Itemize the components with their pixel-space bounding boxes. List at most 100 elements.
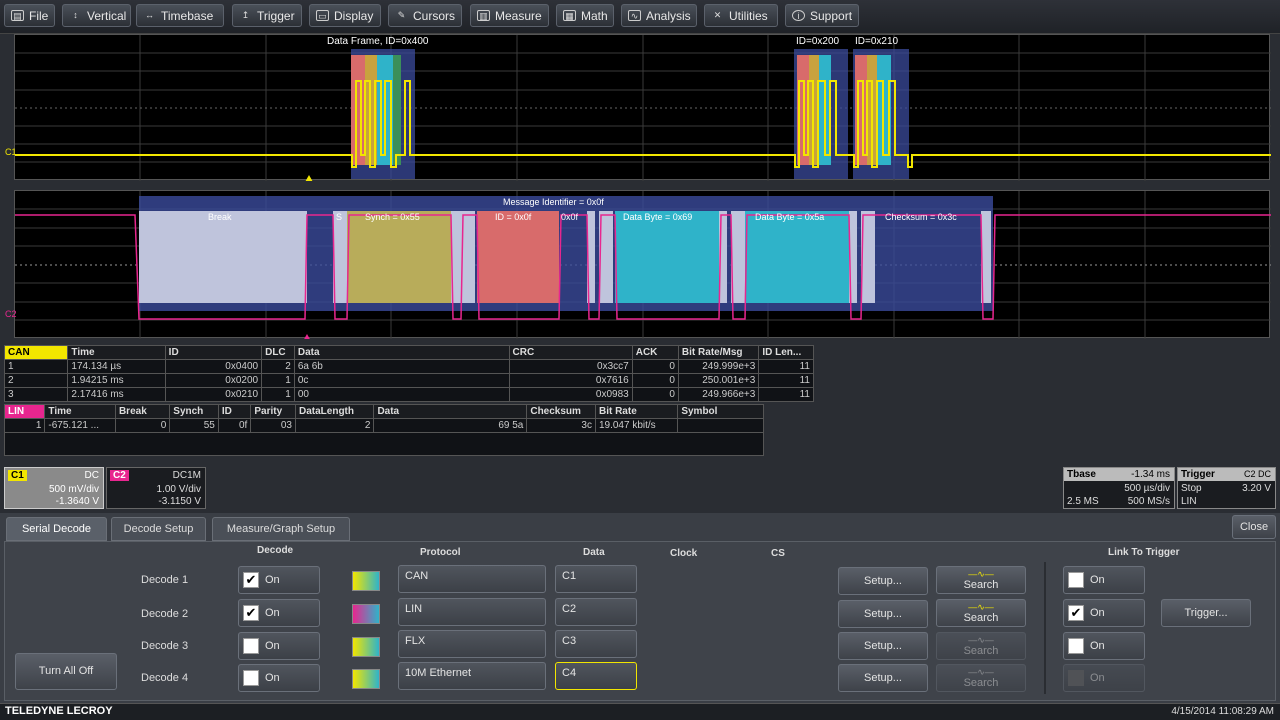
col-header: ID Len...: [758, 345, 814, 360]
id-hex-label: 0x0f: [561, 212, 579, 222]
vertical-icon: ↕: [73, 10, 78, 20]
decode-2-link-toggle[interactable]: ✔ On: [1063, 599, 1145, 627]
decode-2-on-toggle[interactable]: ✔ On: [238, 599, 320, 627]
table-row[interactable]: 1 -675.121 ... 0 55 0f 03 2 69 5a 3c 19.047 kbit/…: [3, 418, 764, 433]
decode-4-on-toggle[interactable]: On: [238, 664, 320, 692]
cell: 0: [631, 373, 679, 388]
waveform-icon: —∿—: [968, 601, 994, 612]
menu-file[interactable]: ▤ File: [4, 4, 55, 27]
decode-1-protocol-select[interactable]: CAN: [398, 565, 546, 593]
decode-3-protocol-select[interactable]: FLX: [398, 630, 546, 658]
menu-cursors[interactable]: ✎ Cursors: [388, 4, 462, 27]
menu-math[interactable]: ▦ Math: [556, 4, 614, 27]
cell: [677, 418, 764, 433]
menu-display[interactable]: ▭ Display: [309, 4, 381, 27]
decode-1-setup-button[interactable]: Setup...: [838, 567, 928, 595]
decode-3-on-toggle[interactable]: On: [238, 632, 320, 660]
turn-all-off-button[interactable]: Turn All Off: [15, 653, 117, 690]
frame-label-3: ID=0x210: [855, 36, 899, 47]
col-header: Symbol: [677, 404, 764, 419]
decode-3-search-button[interactable]: —∿— Search: [936, 632, 1026, 660]
cs-column-header: CS: [771, 548, 785, 559]
decode-1-link-toggle[interactable]: On: [1063, 566, 1145, 594]
channel-c1-descriptor[interactable]: C1 DC 500 mV/div -1.3640 V: [4, 467, 104, 509]
decode-3-link-toggle[interactable]: On: [1063, 632, 1145, 660]
col-header: Parity: [250, 404, 296, 419]
data-byte-2-label: Data Byte = 0x5a: [755, 212, 825, 222]
decode-3-data-source[interactable]: C3: [555, 630, 637, 658]
cell: 249.966e+3: [677, 387, 760, 402]
cell: 0x7616: [508, 373, 633, 388]
decode-2-setup-button[interactable]: Setup...: [838, 600, 928, 628]
decode-4-setup-button[interactable]: Setup...: [838, 664, 928, 692]
waveform-grid-c1[interactable]: Data Frame, ID=0x400 ID=0x200 ID=0x210 C…: [5, 34, 1271, 181]
menu-measure[interactable]: ▥ Measure: [470, 4, 549, 27]
channel-c2-descriptor[interactable]: C2 DC1M 1.00 V/div -3.1150 V: [106, 467, 206, 509]
link-to-trigger-header: Link To Trigger: [1108, 547, 1180, 558]
trigger-setup-button[interactable]: Trigger...: [1161, 599, 1251, 627]
id-field-label: ID = 0x0f: [495, 212, 532, 222]
timebase-samples: 2.5 MS: [1067, 496, 1099, 507]
decode-3-setup-button[interactable]: Setup...: [838, 632, 928, 660]
cell: 69 5a: [373, 418, 528, 433]
tab-serial-decode[interactable]: Serial Decode: [6, 517, 107, 541]
col-header: Checksum: [526, 404, 596, 419]
channel-offset: -1.3640 V: [55, 496, 99, 507]
menu-analysis[interactable]: ∿ Analysis: [621, 4, 697, 27]
decode-2-data-source[interactable]: C2: [555, 598, 637, 626]
trigger-mode: Stop: [1181, 483, 1202, 494]
table-row[interactable]: 3 2.17416 ms 0x0210 1 00 0x0983 0 249.966e+3 11: [3, 387, 814, 402]
cell: 00: [293, 387, 510, 402]
cell: 174.134 µs: [67, 359, 166, 374]
menu-support[interactable]: i Support: [785, 4, 859, 27]
menu-timebase[interactable]: ↔ Timebase: [136, 4, 224, 27]
decode-4-search-button[interactable]: —∿— Search: [936, 664, 1026, 692]
table-row[interactable]: 1 174.134 µs 0x0400 2 6a 6b 0x3cc7 0 249.999e+3…: [3, 359, 814, 374]
brand-logo: TELEDYNE LECROY: [5, 705, 113, 717]
toggle-label: On: [265, 574, 280, 586]
clock-column-header: Clock: [670, 548, 698, 559]
start-bit-label: S: [336, 212, 343, 222]
timebase-icon: ↔: [145, 10, 154, 20]
measure-icon: ▥: [477, 10, 490, 21]
tab-measure-graph-setup[interactable]: Measure/Graph Setup: [212, 517, 350, 541]
channel-coupling: DC1M: [172, 470, 201, 481]
trigger-level: 3.20 V: [1242, 483, 1271, 494]
decode-1-on-toggle[interactable]: ✔ On: [238, 566, 320, 594]
trigger-descriptor[interactable]: Trigger C2 DC Stop 3.20 V LIN: [1177, 467, 1276, 509]
channel-name: C1: [8, 470, 27, 481]
search-label: Search: [963, 644, 999, 657]
timebase-descriptor[interactable]: Tbase -1.34 ms 500 µs/div 2.5 MS 500 MS/…: [1063, 467, 1175, 509]
support-icon: i: [792, 10, 805, 21]
decode-1-search-button[interactable]: —∿— Search: [936, 566, 1026, 594]
cell: 3c: [526, 418, 596, 433]
decode-4-data-source[interactable]: C4: [555, 662, 637, 690]
col-header: Time: [67, 345, 166, 360]
menu-vertical[interactable]: ↕ Vertical: [62, 4, 131, 27]
decode-4-link-toggle[interactable]: On: [1063, 664, 1145, 692]
frame-label-2: ID=0x200: [796, 36, 840, 47]
channel-vdiv: 500 mV/div: [48, 484, 99, 495]
decode-2-search-button[interactable]: —∿— Search: [936, 599, 1026, 627]
data-byte-1-label: Data Byte = 0x69: [623, 212, 693, 222]
checkbox-empty-icon: [243, 670, 259, 686]
waveform-grid-c2[interactable]: Message Identifier = 0x0f Break S Synch …: [5, 190, 1271, 339]
decode-2-protocol-select[interactable]: LIN: [398, 598, 546, 626]
table-row[interactable]: 2 1.94215 ms 0x0200 1 0c 0x7616 0 250.001e+3 11: [3, 373, 814, 388]
decode-3-color-icon: [352, 637, 380, 657]
col-header: Data: [293, 345, 510, 360]
decode-1-data-source[interactable]: C1: [555, 565, 637, 593]
decode-4-color-icon: [352, 669, 380, 689]
close-button[interactable]: Close: [1232, 515, 1276, 539]
timebase-delay: -1.34 ms: [1131, 469, 1170, 480]
decode-4-protocol-select[interactable]: 10M Ethernet: [398, 662, 546, 690]
menu-utilities[interactable]: ✕ Utilities: [704, 4, 778, 27]
menu-bar: ▤ File ↕ Vertical ↔ Timebase ↥ Trigger ▭ Disp…: [0, 0, 1280, 34]
col-header: ID: [164, 345, 263, 360]
cell: 0f: [217, 418, 252, 433]
decode-1-label: Decode 1: [141, 574, 189, 586]
decode-2-label: Decode 2: [141, 608, 189, 620]
col-header: DLC: [261, 345, 295, 360]
menu-trigger[interactable]: ↥ Trigger: [232, 4, 302, 27]
tab-decode-setup[interactable]: Decode Setup: [111, 517, 206, 541]
